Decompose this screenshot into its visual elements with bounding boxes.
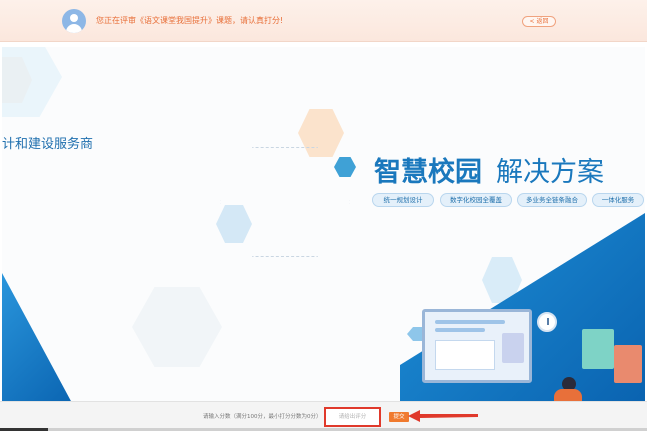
decorative-hexagon: [2, 47, 62, 117]
submit-button[interactable]: 提交: [389, 412, 409, 422]
review-notice-bar: 您正在评审《语文课堂我国提升》课题，请认真打分! < 返回: [0, 0, 647, 42]
course-banner: 计和建设服务商 智慧校园 解决方案 统一规划设计 数字化校园全覆盖 多业务全链条…: [2, 47, 645, 401]
document-card-illustration: [582, 329, 614, 369]
hexagon-icon: [334, 157, 356, 177]
decorative-blue-shape: [2, 273, 72, 401]
rating-prompt: 请输入分数（满分100分，最小打分分数为0分）: [203, 414, 322, 420]
banner-title-bold: 智慧校园: [374, 157, 482, 188]
feature-tag: 多业务全链条融合: [517, 193, 587, 207]
decorative-hexagon: [132, 287, 222, 367]
document-card-illustration: [614, 345, 642, 383]
banner-tagline: 计和建设服务商: [2, 137, 94, 152]
feature-tag: 统一规划设计: [372, 193, 434, 207]
user-avatar-icon: [62, 9, 86, 33]
review-notice-text: 您正在评审《语文课堂我国提升》课题，请认真打分!: [96, 16, 284, 25]
red-arrow-annotation-icon: [408, 410, 478, 422]
feature-tag: 一体化服务: [592, 193, 644, 207]
clock-icon: [537, 312, 557, 332]
score-input[interactable]: [324, 407, 381, 427]
banner-title-light: 解决方案: [496, 157, 604, 188]
person-illustration: [554, 389, 582, 401]
rating-bar: 请输入分数（满分100分，最小打分分数为0分） 提交: [0, 401, 647, 428]
back-button[interactable]: < 返回: [522, 16, 556, 27]
document-card-illustration: [502, 333, 524, 363]
feature-tag: 数字化校园全覆盖: [440, 193, 512, 207]
